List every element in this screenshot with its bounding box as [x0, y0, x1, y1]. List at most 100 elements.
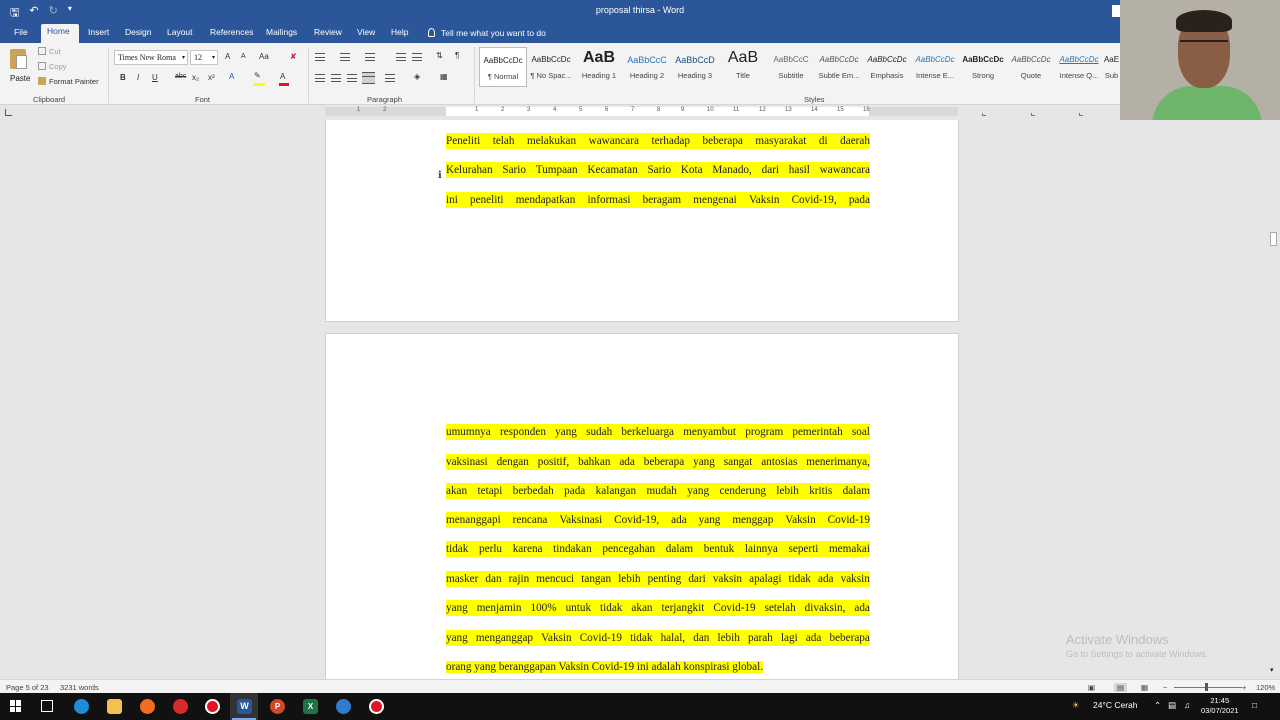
word: peneliti [469, 192, 504, 208]
weather-icon[interactable]: ☀ [1072, 700, 1080, 711]
superscript-button[interactable]: x² [208, 73, 215, 82]
font-size-combo[interactable]: 12 ▾ [190, 50, 218, 65]
format-painter-button[interactable]: Format Painter [38, 77, 99, 86]
record-icon[interactable] [205, 699, 220, 714]
zoom-in-icon[interactable]: + [1242, 683, 1246, 692]
firefox-icon[interactable] [140, 699, 155, 714]
copy-button[interactable]: Copy [38, 62, 67, 71]
word: tindakan [553, 541, 592, 557]
screen-recorder-icon[interactable] [369, 699, 384, 714]
increase-indent-icon[interactable] [412, 53, 422, 61]
excel-icon[interactable]: X [303, 699, 318, 714]
tab-design[interactable]: Design [119, 25, 157, 43]
font-name-combo[interactable]: Times New Roma ▾ [114, 50, 188, 65]
volume-icon[interactable]: ♫ [1184, 700, 1190, 710]
show-formatting-icon[interactable]: ¶ [455, 51, 459, 60]
tab-file[interactable]: File [8, 25, 34, 43]
style-no-spacing[interactable]: AaBbCcDc ¶ No Spac... [527, 47, 575, 87]
system-clock[interactable]: 21:45 03/07/2021 [1201, 696, 1239, 716]
document-page[interactable]: umumnya responden yang sudah berkeluarga meny… [325, 333, 959, 679]
multilevel-list-icon[interactable] [365, 53, 375, 61]
clear-formatting-icon[interactable]: ✘ [290, 52, 297, 61]
tab-stop-marker[interactable] [982, 113, 986, 116]
focus-mode-icon[interactable]: ▣ [1088, 683, 1095, 692]
style-subtle-emphasis[interactable]: AaBbCcDc Subtle Em... [815, 47, 863, 87]
tab-mailings[interactable]: Mailings [260, 25, 303, 43]
word-count[interactable]: 3231 words [60, 683, 99, 692]
style-quote[interactable]: AaBbCcDc Quote [1007, 47, 1055, 87]
style-intense-emphasis[interactable]: AaBbCcDc Intense E... [911, 47, 959, 87]
horizontal-ruler[interactable]: 1 2 1 2 3 4 5 6 7 8 9 10 11 12 13 14 15 … [325, 107, 958, 116]
tab-view[interactable]: View [351, 25, 381, 43]
tab-review[interactable]: Review [308, 25, 348, 43]
tab-references[interactable]: References [204, 25, 259, 43]
highlight-button[interactable]: ✎ [254, 71, 261, 80]
web-layout-icon[interactable]: ▦ [1141, 683, 1148, 692]
scrollbar-thumb[interactable] [1270, 232, 1277, 246]
style-heading-2[interactable]: AaBbCcC Heading 2 [623, 47, 671, 87]
network-icon[interactable]: ▤ [1168, 700, 1176, 711]
zoom-slider[interactable] [1174, 687, 1242, 688]
tab-insert[interactable]: Insert [82, 25, 115, 43]
strikethrough-button[interactable]: abc [175, 73, 186, 80]
scroll-down-icon[interactable]: ▾ [1270, 666, 1274, 674]
chevron-up-icon[interactable]: ⌃ [1154, 700, 1161, 711]
style-emphasis[interactable]: AaBbCcDc Emphasis [863, 47, 911, 87]
tell-me-search[interactable]: Tell me what you want to do [428, 28, 546, 38]
align-right-icon[interactable] [347, 74, 357, 82]
bold-button[interactable]: B [120, 73, 126, 82]
word-icon[interactable]: W [237, 699, 252, 714]
style-normal[interactable]: AaBbCcDc ¶ Normal [479, 47, 527, 87]
file-explorer-icon[interactable] [107, 699, 122, 714]
tab-stop-marker[interactable] [1031, 113, 1035, 116]
zoom-level[interactable]: 120% [1256, 683, 1275, 692]
page-count[interactable]: Page 5 of 23 [6, 683, 49, 692]
style-heading-1[interactable]: AaB Heading 1 [575, 47, 623, 87]
tab-layout[interactable]: Layout [161, 25, 199, 43]
line-spacing-icon[interactable] [385, 74, 395, 82]
sort-icon[interactable]: ⇅ [436, 51, 443, 60]
weather-text[interactable]: 24°C Cerah [1093, 700, 1138, 710]
style-subtitle[interactable]: AaBbCcC Subtitle [767, 47, 815, 87]
powerpoint-icon[interactable]: P [270, 699, 285, 714]
print-layout-icon[interactable]: ▤ [1114, 683, 1128, 692]
document-page[interactable]: Peneliti telah melakukan wawancara terhadap b… [325, 120, 959, 322]
vertical-scrollbar[interactable]: ▾ [1268, 120, 1280, 678]
edge-icon[interactable] [74, 699, 89, 714]
notification-icon[interactable]: □ [1252, 700, 1257, 710]
align-center-icon[interactable] [331, 74, 341, 82]
globe-icon[interactable] [336, 699, 351, 714]
italic-button[interactable]: I [137, 73, 139, 82]
paste-button[interactable]: Paste [8, 47, 30, 85]
tab-stop-marker[interactable] [1079, 113, 1083, 116]
zoom-slider-thumb[interactable] [1205, 683, 1208, 691]
style-strong[interactable]: AaBbCcDc Strong [959, 47, 1007, 87]
tab-home[interactable]: Home [41, 24, 79, 43]
bullets-icon[interactable] [315, 53, 325, 61]
shrink-font-button[interactable]: A [241, 53, 246, 60]
windows-start-icon[interactable] [10, 700, 22, 712]
subscript-button[interactable]: x₂ [192, 73, 199, 82]
borders-icon[interactable]: ▦ [440, 72, 448, 81]
style-subtle-reference[interactable]: AaE Sub [1103, 47, 1120, 87]
shading-icon[interactable]: ◈ [414, 72, 420, 81]
align-left-icon[interactable] [315, 74, 325, 82]
word: program [745, 424, 784, 440]
underline-button[interactable]: U [152, 73, 158, 82]
numbering-icon[interactable] [340, 53, 350, 61]
grow-font-button[interactable]: A [225, 52, 230, 61]
justify-icon[interactable] [362, 72, 375, 84]
style-heading-3[interactable]: AaBbCcD Heading 3 [671, 47, 719, 87]
app-icon[interactable] [173, 699, 188, 714]
decrease-indent-icon[interactable] [396, 53, 406, 61]
change-case-button[interactable]: Aa [259, 52, 269, 61]
tab-selector[interactable] [5, 109, 12, 116]
tab-help[interactable]: Help [385, 25, 414, 43]
style-title[interactable]: AaB Title [719, 47, 767, 87]
font-color-button[interactable]: A [280, 72, 285, 81]
cut-button[interactable]: Cut [38, 47, 61, 56]
task-view-icon[interactable] [41, 700, 53, 712]
style-intense-quote[interactable]: AaBbCcDc Intense Q... [1055, 47, 1103, 87]
zoom-out-icon[interactable]: − [1163, 683, 1167, 692]
text-effects-icon[interactable]: A [229, 72, 234, 81]
